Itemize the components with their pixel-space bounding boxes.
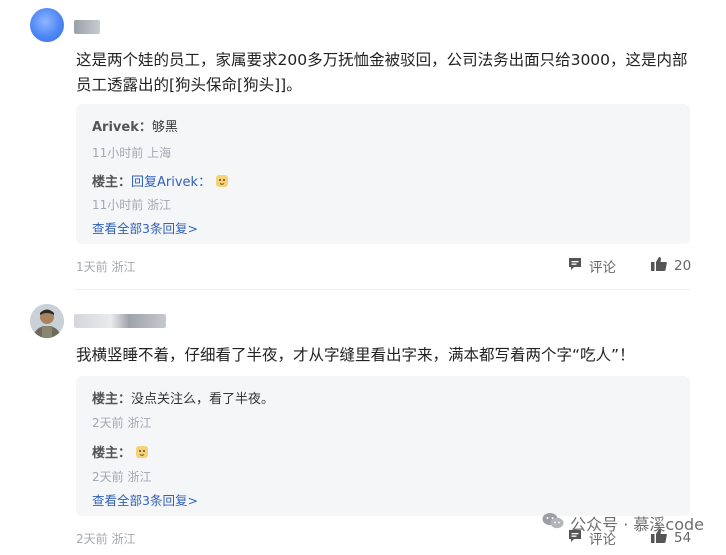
comment-text: 这是两个娃的员工，家属要求200多万抚恤金被驳回，公司法务出面只给3000，这是… <box>76 51 688 94</box>
reply-line: 楼主：没点关注么，看了半夜。 <box>92 388 274 407</box>
reply-line: 楼主：回复Arivek： <box>92 171 229 190</box>
reply-text: 够黑 <box>151 120 178 135</box>
comment-button[interactable]: 评论 <box>567 256 616 276</box>
watermark: 公众号 · 慕溪code <box>542 511 704 535</box>
view-all-replies-link[interactable]: 查看全部3条回复> <box>92 218 198 237</box>
username-blurred <box>74 314 166 328</box>
reply-text: 没点关注么，看了半夜。 <box>131 392 275 407</box>
avatar[interactable] <box>30 304 64 338</box>
thumbs-up-icon <box>650 256 668 276</box>
reply-author[interactable]: Arivek： <box>92 120 152 135</box>
comment-meta: 1天前 浙江 <box>76 260 136 274</box>
reply-meta: 2天前 浙江 <box>92 416 152 430</box>
reply-author[interactable]: 楼主： <box>92 446 131 461</box>
avatar[interactable] <box>30 8 64 42</box>
reply-meta: 2天前 浙江 <box>92 470 152 484</box>
reply-line: 楼主： <box>92 442 149 461</box>
username-blurred <box>74 20 100 34</box>
wechat-icon <box>542 512 564 534</box>
dog-head-emoji-icon <box>215 174 229 188</box>
reply-box: Arivek：够黑 11小时前 上海 楼主：回复Arivek： 11小时前 浙江… <box>76 104 690 244</box>
like-button[interactable]: 20 <box>650 256 691 276</box>
view-all-replies-link[interactable]: 查看全部3条回复> <box>92 490 198 509</box>
reply-box: 楼主：没点关注么，看了半夜。 2天前 浙江 楼主： 2天前 浙江 查看全部3条回… <box>76 376 690 516</box>
comment-meta: 2天前 浙江 <box>76 532 136 546</box>
dog-head-emoji-icon <box>135 445 149 459</box>
reply-author[interactable]: 楼主： <box>92 175 131 190</box>
comment-text: 我横竖睡不着，仔细看了半夜，才从字缝里看出字来，满本都写着两个字“吃人”！ <box>76 346 635 364</box>
comment-label: 评论 <box>589 260 616 276</box>
reply-author[interactable]: 楼主： <box>92 392 131 407</box>
comment-item: 这是两个娃的员工，家属要求200多万抚恤金被驳回，公司法务出面只给3000，这是… <box>0 0 726 290</box>
reply-line: Arivek：够黑 <box>92 116 178 135</box>
like-count: 20 <box>674 258 692 274</box>
reply-target-link[interactable]: 回复Arivek： <box>131 175 211 190</box>
comment-icon <box>567 256 583 276</box>
reply-meta: 11小时前 上海 <box>92 146 172 160</box>
reply-meta: 11小时前 浙江 <box>92 198 172 212</box>
watermark-text: 公众号 · 慕溪code <box>570 515 704 534</box>
